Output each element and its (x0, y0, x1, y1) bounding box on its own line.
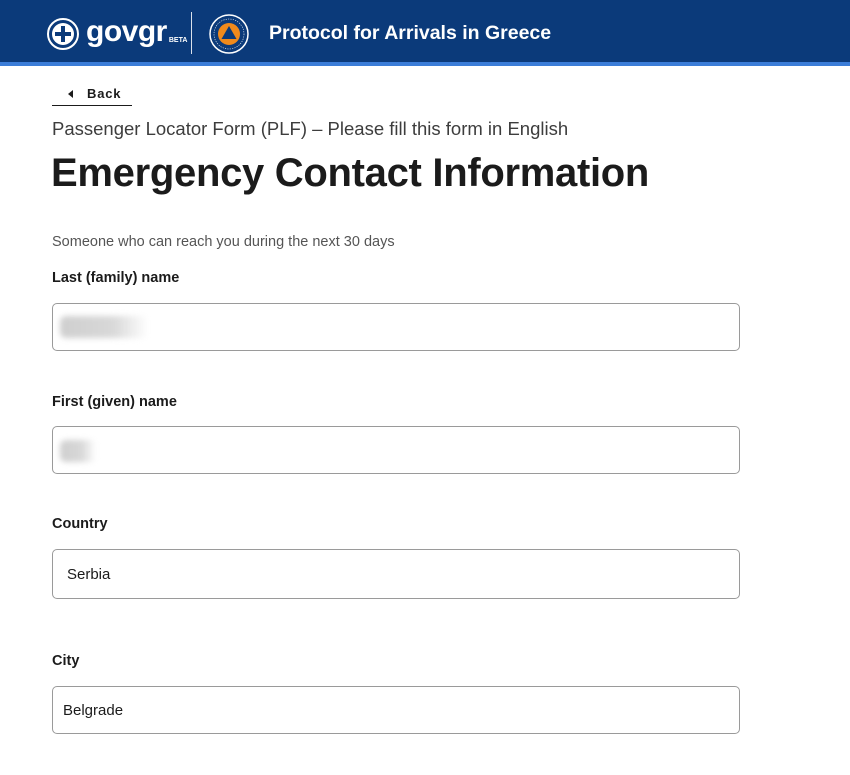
govgr-logo[interactable]: govgr BETA (46, 16, 187, 52)
page-title: Emergency Contact Information (51, 151, 650, 195)
first-name-label: First (given) name (52, 394, 177, 410)
country-input[interactable] (52, 549, 740, 599)
chevron-left-icon (68, 89, 73, 98)
redacted-first-name (60, 440, 96, 462)
back-link[interactable]: Back (52, 82, 132, 106)
last-name-label: Last (family) name (52, 270, 180, 286)
civil-protection-seal-icon (209, 14, 249, 54)
form-caption: Passenger Locator Form (PLF) – Please fi… (52, 118, 569, 139)
city-label: City (52, 653, 80, 669)
last-name-input[interactable] (52, 303, 740, 351)
back-label: Back (87, 86, 122, 101)
country-label: Country (52, 516, 108, 532)
site-header: govgr BETA Protocol for Arrivals in Gree… (0, 0, 850, 66)
redacted-last-name (60, 316, 148, 338)
beta-badge: BETA (168, 36, 188, 44)
section-hint: Someone who can reach you during the nex… (52, 234, 395, 250)
header-title: Protocol for Arrivals in Greece (269, 22, 552, 44)
greek-emblem-icon (47, 18, 79, 50)
first-name-input[interactable] (52, 426, 740, 474)
govgr-wordmark: govgr (86, 15, 167, 48)
city-input[interactable] (52, 686, 740, 734)
header-divider (191, 12, 192, 54)
